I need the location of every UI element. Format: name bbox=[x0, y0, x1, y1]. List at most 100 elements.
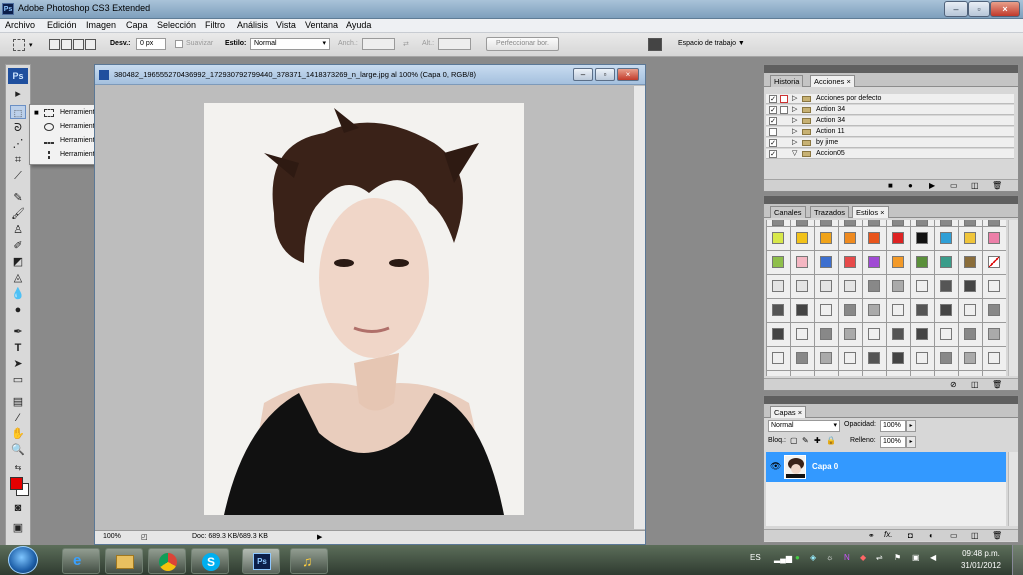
style-swatch[interactable] bbox=[772, 328, 784, 340]
new-set-icon[interactable]: ▭ bbox=[950, 181, 958, 190]
action-row[interactable]: ✓ ▷ Action 34 bbox=[766, 105, 1014, 115]
lasso-tool-icon[interactable]: ᘐ bbox=[10, 121, 26, 135]
magic-wand-icon[interactable]: ⋰ bbox=[10, 137, 26, 151]
trash-icon[interactable]: 🗑 bbox=[992, 531, 1002, 540]
volume-icon[interactable]: ◀ bbox=[930, 553, 936, 562]
style-swatch[interactable] bbox=[916, 232, 928, 244]
action-checkbox[interactable]: ✓ bbox=[769, 106, 777, 114]
doc-maximize-button[interactable]: ▫ bbox=[595, 68, 615, 81]
menu-imagen[interactable]: Imagen bbox=[86, 20, 116, 30]
style-swatch[interactable] bbox=[820, 328, 832, 340]
menu-seleccion[interactable]: Selección bbox=[157, 20, 196, 30]
link-layers-icon[interactable]: ⚭ bbox=[868, 531, 875, 540]
menu-filtro[interactable]: Filtro bbox=[205, 20, 225, 30]
style-swatch[interactable] bbox=[844, 256, 856, 268]
style-swatch[interactable] bbox=[892, 352, 904, 364]
tab-capas[interactable]: Capas × bbox=[770, 406, 807, 418]
clone-stamp-icon[interactable]: ♙ bbox=[10, 223, 26, 237]
style-swatch[interactable] bbox=[796, 232, 808, 244]
style-swatch[interactable] bbox=[820, 280, 832, 292]
action-checkbox[interactable]: ✓ bbox=[769, 150, 777, 158]
taskbar-skype[interactable]: S bbox=[191, 548, 229, 574]
menu-archivo[interactable]: Archivo bbox=[5, 20, 35, 30]
slice-tool-icon[interactable]: ⟋ bbox=[10, 169, 26, 183]
tab-trazados[interactable]: Trazados bbox=[810, 206, 849, 218]
eye-icon[interactable]: 👁 bbox=[770, 461, 781, 472]
style-swatch[interactable] bbox=[988, 256, 1000, 268]
tray-share-icon[interactable]: ⇌ bbox=[876, 553, 883, 562]
expand-arrow-icon[interactable]: ▷ bbox=[792, 127, 797, 137]
document-title-bar[interactable]: 380482_196555270436992_172930792799440_3… bbox=[95, 65, 645, 85]
path-selection-icon[interactable]: ➤ bbox=[10, 357, 26, 371]
dialog-toggle-icon[interactable] bbox=[780, 106, 788, 114]
brush-tool-icon[interactable]: 🖌 bbox=[10, 207, 26, 221]
tray-green-icon[interactable]: ● bbox=[795, 553, 800, 562]
style-swatch[interactable] bbox=[772, 304, 784, 316]
eyedropper-icon[interactable]: ⁄ bbox=[10, 411, 26, 425]
style-swatch[interactable] bbox=[940, 232, 952, 244]
opacity-slider-button[interactable]: ▸ bbox=[906, 420, 916, 432]
style-swatch[interactable] bbox=[940, 352, 952, 364]
style-swatch[interactable] bbox=[916, 304, 928, 316]
style-swatch[interactable] bbox=[916, 328, 928, 340]
style-swatch[interactable] bbox=[820, 352, 832, 364]
dodge-tool-icon[interactable]: ● bbox=[10, 303, 26, 317]
play-icon[interactable]: ▶ bbox=[929, 181, 935, 190]
style-swatch[interactable] bbox=[796, 328, 808, 340]
style-swatch[interactable] bbox=[964, 280, 976, 292]
style-swatch[interactable] bbox=[772, 256, 784, 268]
layer-style-fx-icon[interactable]: fx. bbox=[884, 530, 892, 539]
tab-historia[interactable]: Historia bbox=[770, 75, 804, 87]
signal-icon[interactable]: ▂▄▆ bbox=[774, 554, 792, 563]
chevron-down-icon[interactable]: ▾ bbox=[29, 41, 33, 49]
style-swatch[interactable] bbox=[868, 280, 880, 292]
taskbar-ie[interactable]: e bbox=[62, 548, 100, 574]
style-swatch[interactable] bbox=[940, 256, 952, 268]
screen-mode-icon[interactable]: ▣ bbox=[10, 521, 26, 535]
paint-bucket-icon[interactable]: ◬ bbox=[10, 271, 26, 285]
style-swatch[interactable] bbox=[796, 304, 808, 316]
opacity-input[interactable]: 100% bbox=[880, 420, 906, 432]
style-swatch[interactable] bbox=[820, 256, 832, 268]
style-swatch[interactable] bbox=[892, 304, 904, 316]
style-swatch[interactable] bbox=[916, 256, 928, 268]
tab-acciones[interactable]: Acciones × bbox=[810, 75, 855, 87]
style-swatch[interactable] bbox=[868, 304, 880, 316]
clock-time[interactable]: 09:48 p.m. bbox=[958, 549, 1004, 558]
style-swatch[interactable] bbox=[844, 304, 856, 316]
add-selection-icon[interactable] bbox=[61, 39, 72, 50]
adjustment-layer-icon[interactable]: ◐ bbox=[929, 531, 934, 540]
tray-flag-icon[interactable]: ⚑ bbox=[894, 553, 901, 562]
taskbar-media[interactable]: ♫ bbox=[290, 548, 328, 574]
style-swatch[interactable] bbox=[772, 232, 784, 244]
style-swatch[interactable] bbox=[844, 352, 856, 364]
style-swatch[interactable] bbox=[868, 256, 880, 268]
style-swatch[interactable] bbox=[868, 232, 880, 244]
style-swatch[interactable] bbox=[988, 232, 1000, 244]
style-swatch[interactable] bbox=[988, 280, 1000, 292]
style-swatch[interactable] bbox=[916, 352, 928, 364]
lock-image-icon[interactable]: ✎ bbox=[802, 436, 809, 445]
style-swatch[interactable] bbox=[868, 328, 880, 340]
zoom-level[interactable]: 100% bbox=[103, 533, 121, 540]
start-button[interactable] bbox=[8, 546, 38, 574]
new-group-icon[interactable]: ▭ bbox=[950, 531, 958, 540]
pen-tool-icon[interactable]: ✒ bbox=[10, 325, 26, 339]
taskbar-chrome[interactable] bbox=[148, 548, 186, 574]
style-swatch[interactable] bbox=[988, 304, 1000, 316]
menu-analisis[interactable]: Análisis bbox=[237, 20, 268, 30]
layer-row[interactable]: 👁 Capa 0 bbox=[766, 452, 1006, 482]
styles-scrollbar[interactable] bbox=[1008, 220, 1018, 376]
style-swatch[interactable] bbox=[964, 304, 976, 316]
zoom-icon[interactable]: ◰ bbox=[141, 533, 148, 541]
style-swatch[interactable] bbox=[892, 256, 904, 268]
swap-colors-icon[interactable]: ⇆ bbox=[10, 461, 26, 475]
style-swatch[interactable] bbox=[916, 280, 928, 292]
expand-arrow-icon[interactable]: ▷ bbox=[792, 105, 797, 115]
refine-edge-button[interactable]: Perfeccionar bor. bbox=[486, 37, 559, 51]
menu-vista[interactable]: Vista bbox=[276, 20, 296, 30]
action-row[interactable]: ✓ ▷ Acciones por defecto bbox=[766, 94, 1014, 104]
tab-estilos[interactable]: Estilos × bbox=[852, 206, 889, 218]
shape-tool-icon[interactable]: ▭ bbox=[10, 373, 26, 387]
history-brush-icon[interactable]: ✐ bbox=[10, 239, 26, 253]
